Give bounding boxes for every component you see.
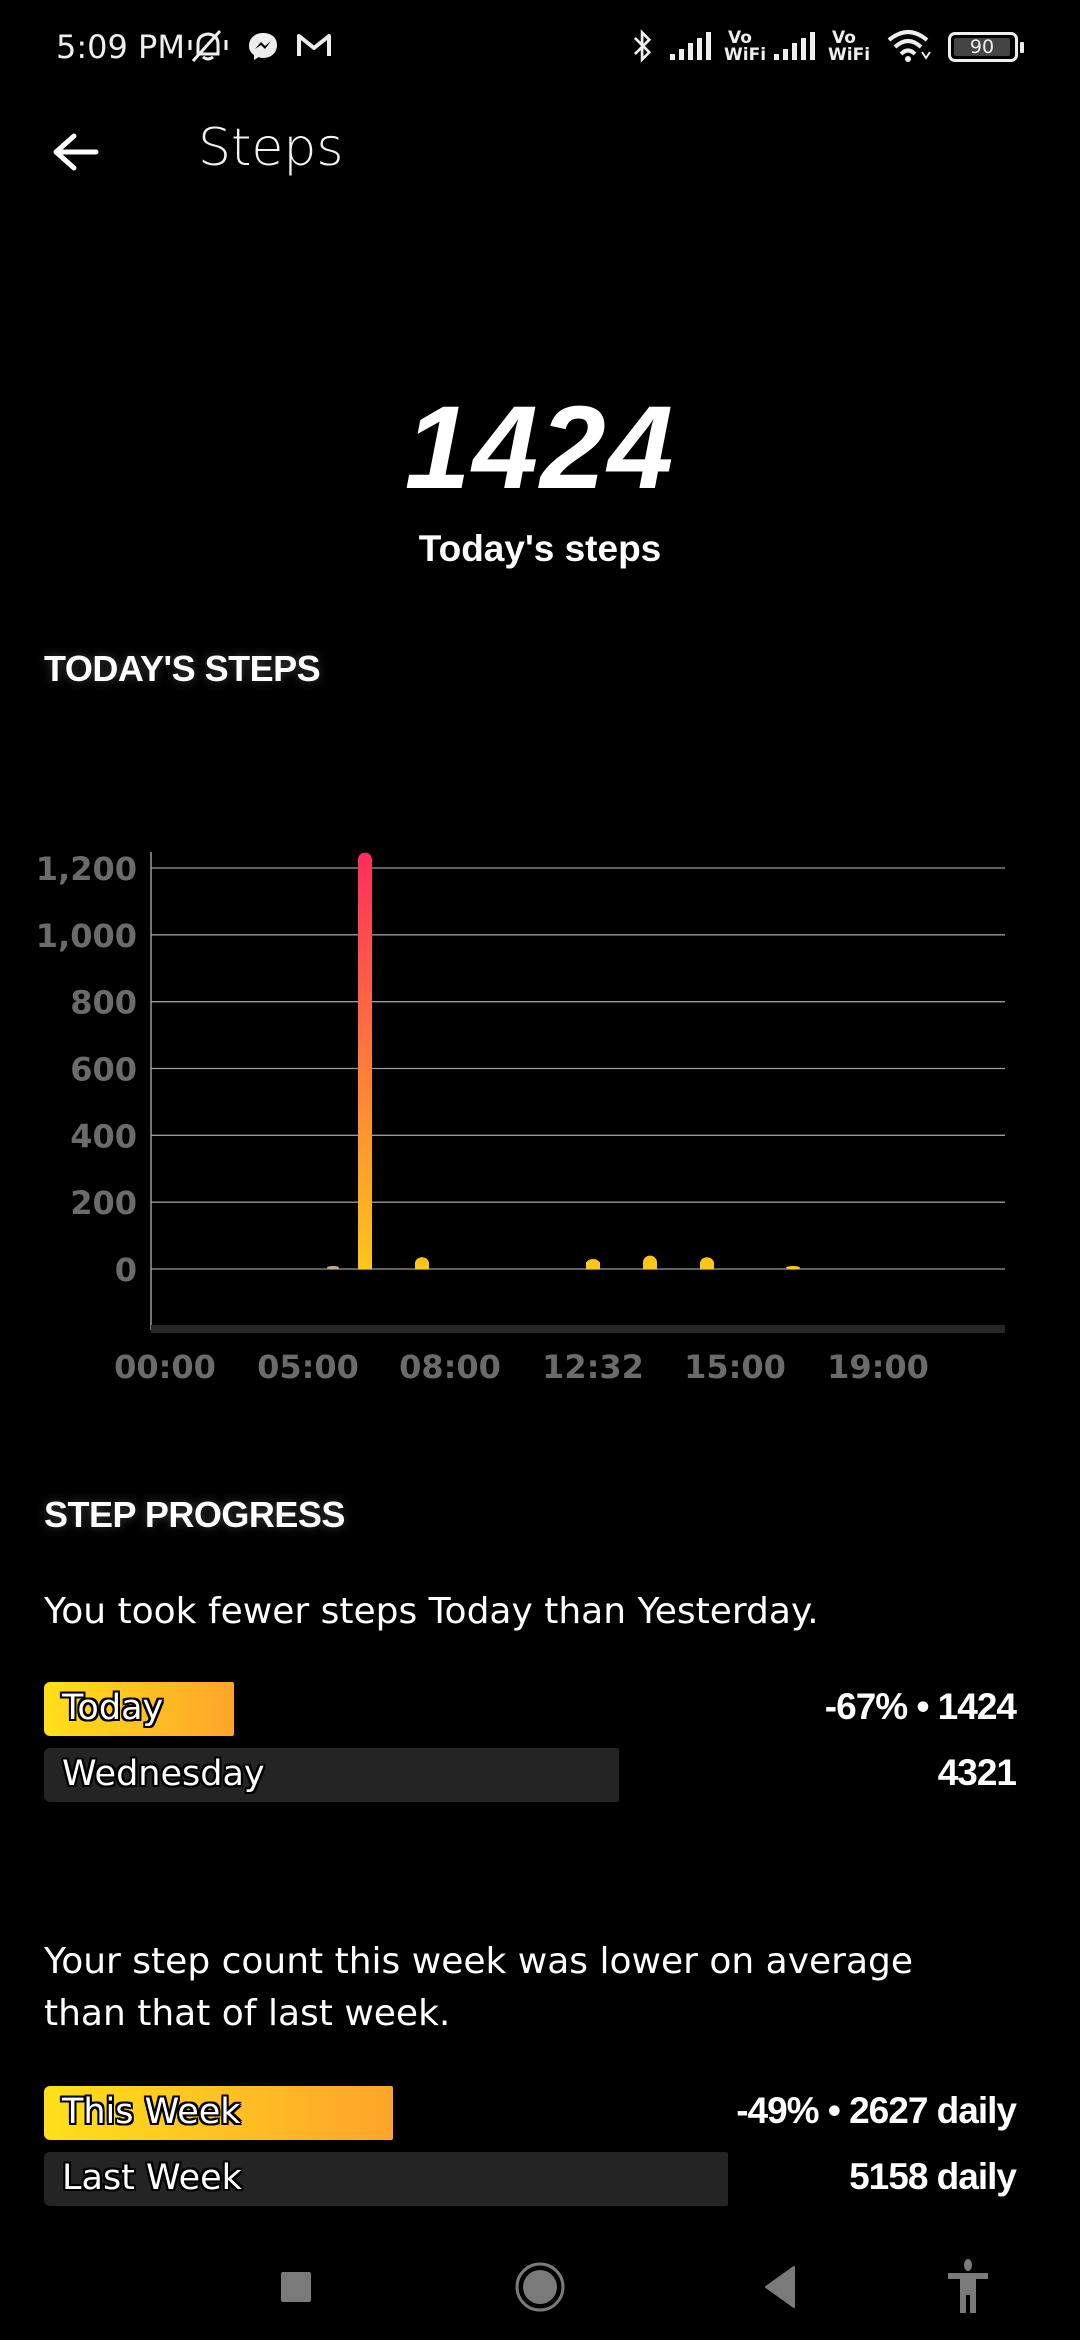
- signal-icon: [774, 32, 815, 60]
- todays-step-count: 1424: [404, 382, 676, 514]
- back-nav-button[interactable]: [740, 2252, 820, 2322]
- todays-step-label: Today's steps: [418, 528, 662, 569]
- x-tick-label: 00:00: [114, 1348, 216, 1386]
- bluetooth-icon: [633, 29, 652, 63]
- home-button[interactable]: [500, 2252, 580, 2322]
- comparison-row-last-week: Last Week 5158 daily: [44, 2152, 1036, 2208]
- x-tick-label: 08:00: [399, 1348, 501, 1386]
- system-nav-bar: [0, 2230, 1080, 2340]
- y-tick-label: 1,200: [36, 850, 137, 888]
- recents-button[interactable]: [256, 2252, 336, 2322]
- x-tick-label: 19:00: [827, 1348, 929, 1386]
- y-tick-label: 400: [70, 1117, 137, 1155]
- step-bar-base: [358, 1262, 372, 1270]
- comparison-value: -67% • 1424: [824, 1686, 1017, 1727]
- comparison-row-today: Today -67% • 1424: [44, 1682, 1036, 1738]
- arrow-left-icon: [53, 133, 99, 171]
- comparison-row-yesterday: Wednesday 4321: [44, 1748, 1036, 1804]
- comparison-value: 5158 daily: [849, 2156, 1017, 2197]
- weekly-comparison-message: Your step count this week was lower on a…: [44, 1941, 914, 2034]
- comparison-label: Wednesday: [62, 1754, 265, 1794]
- step-bar-base: [643, 1262, 657, 1270]
- step-bar[interactable]: [786, 1266, 800, 1270]
- status-bar: 5:09 PM Vo WiFi Vo WiFi 90: [0, 0, 1080, 96]
- battery-level: 90: [954, 38, 1010, 57]
- home-icon: [515, 2262, 565, 2312]
- y-tick-label: 800: [70, 984, 137, 1022]
- comparison-label: Today: [62, 1688, 164, 1728]
- x-tick-label: 15:00: [684, 1348, 786, 1386]
- section-title-todays-steps: TODAY'S STEPS: [44, 648, 321, 689]
- vibrate-off-icon: [188, 29, 228, 63]
- battery-icon: 90: [948, 32, 1024, 62]
- step-bar[interactable]: [327, 1266, 339, 1270]
- comparison-label: This Week: [62, 2092, 241, 2132]
- comparison-value: 4321: [937, 1752, 1017, 1793]
- x-tick-label: 05:00: [257, 1348, 359, 1386]
- y-tick-label: 600: [70, 1051, 137, 1089]
- todays-steps-chart: 0 200 400 600 800 1,000 1,200 00:00 05:00 08:00 1…: [36, 850, 1005, 1386]
- accessibility-button[interactable]: [928, 2252, 1008, 2322]
- vowifi-icon: Vo WiFi: [828, 28, 871, 65]
- chart-scrollbar[interactable]: [151, 1325, 1005, 1333]
- y-tick-label: 0: [115, 1251, 137, 1289]
- x-axis-ticks: 00:00 05:00 08:00 12:32 15:00 19:00: [114, 1348, 929, 1386]
- page-title: Steps: [198, 118, 344, 178]
- back-button[interactable]: [44, 124, 108, 180]
- back-icon: [765, 2266, 795, 2308]
- x-tick-label: 12:32: [542, 1348, 644, 1386]
- bars: [327, 852, 800, 1270]
- messenger-icon: [249, 33, 277, 60]
- comparison-label: Last Week: [62, 2158, 242, 2198]
- comparison-row-this-week: This Week -49% • 2627 daily: [44, 2086, 1036, 2142]
- recents-icon: [281, 2272, 311, 2302]
- vowifi-icon: Vo WiFi: [724, 28, 767, 65]
- step-bar[interactable]: [358, 852, 372, 1270]
- accessibility-icon: [948, 2259, 988, 2313]
- y-tick-label: 200: [70, 1184, 137, 1222]
- y-axis-ticks: 0 200 400 600 800 1,000 1,200: [36, 850, 137, 1289]
- step-bar-base: [415, 1262, 429, 1270]
- y-tick-label: 1,000: [36, 917, 137, 955]
- step-bar-base: [586, 1262, 600, 1270]
- comparison-value: -49% • 2627 daily: [736, 2090, 1017, 2131]
- status-time: 5:09 PM: [56, 28, 185, 66]
- step-bar-base: [700, 1262, 714, 1270]
- signal-icon: [670, 32, 711, 60]
- daily-comparison-message: You took fewer steps Today than Yesterda…: [44, 1591, 819, 1632]
- grid-lines: [151, 867, 1005, 1270]
- section-title-step-progress: STEP PROGRESS: [44, 1494, 345, 1535]
- wifi-icon: [887, 30, 931, 62]
- gmail-icon: [297, 34, 331, 56]
